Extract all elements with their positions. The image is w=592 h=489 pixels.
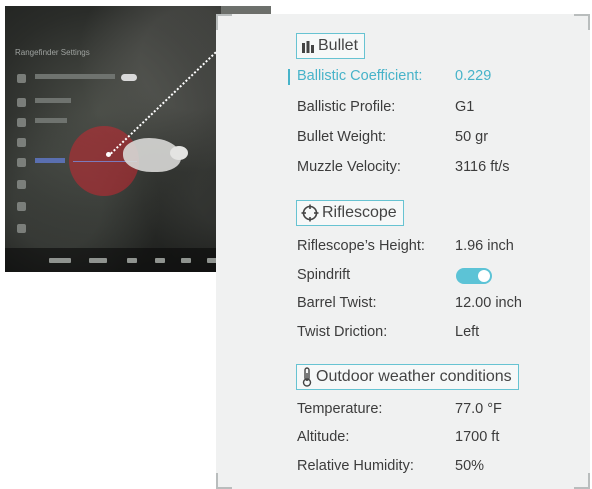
bullet-section-title: Bullet — [318, 37, 359, 54]
device-menu-title: Rangefinder Settings — [15, 48, 90, 57]
panel-corner — [216, 473, 232, 489]
relative-humidity-label: Relative Humidity: — [297, 458, 414, 474]
ballistic-profile-value[interactable]: G1 — [455, 99, 474, 115]
altitude-value[interactable]: 1700 ft — [455, 429, 499, 445]
device-status-icon — [155, 258, 165, 263]
muzzle-velocity-value[interactable]: 3116 ft/s — [455, 159, 510, 175]
bullet-weight-label: Bullet Weight: — [297, 129, 387, 145]
temperature-label: Temperature: — [297, 401, 383, 417]
ballistic-profile-label: Ballistic Profile: — [297, 99, 396, 115]
ballistic-coefficient-label[interactable]: Ballistic Coefficient: — [297, 68, 422, 84]
device-side-icon — [17, 118, 26, 127]
target-animal-head — [170, 146, 188, 160]
spindrift-label: Spindrift — [297, 267, 351, 283]
device-menu-row — [35, 74, 115, 79]
device-side-icon — [17, 158, 26, 167]
ballistic-coefficient-value[interactable]: 0.229 — [455, 68, 491, 84]
riflescope-height-value[interactable]: 1.96 inch — [455, 238, 514, 254]
selection-indicator — [288, 69, 290, 85]
device-status-icon — [89, 258, 107, 263]
device-menu-row — [35, 158, 65, 163]
barrel-twist-value[interactable]: 12.00 inch — [455, 295, 522, 311]
relative-humidity-value[interactable]: 50% — [455, 458, 484, 474]
altitude-label: Altitude: — [297, 429, 350, 445]
device-status-icon — [49, 258, 71, 263]
device-status-icon — [127, 258, 137, 263]
device-side-icon — [17, 224, 26, 233]
weather-section-header: Outdoor weather conditions — [296, 364, 519, 390]
device-side-icon — [17, 202, 26, 211]
bullet-icon — [302, 41, 314, 53]
bullet-section-header: Bullet — [296, 33, 366, 59]
device-side-icon — [17, 98, 26, 107]
riflescope-section-header: Riflescope — [296, 200, 404, 226]
muzzle-velocity-label: Muzzle Velocity: — [297, 159, 401, 175]
device-side-icon — [17, 180, 26, 189]
device-side-icon — [17, 74, 26, 83]
device-menu-row — [35, 98, 71, 103]
temperature-value[interactable]: 77.0 °F — [455, 401, 502, 417]
device-side-icon — [17, 138, 26, 147]
twist-direction-label: Twist Driction: — [297, 324, 388, 340]
bullet-weight-value[interactable]: 50 gr — [455, 129, 488, 145]
device-menu-row — [35, 118, 67, 123]
device-toggle — [121, 74, 137, 81]
panel-corner — [574, 473, 590, 489]
device-status-icon — [181, 258, 191, 263]
panel-corner — [216, 14, 232, 30]
ballistic-settings-panel: Bullet Ballistic Coefficient: 0.229 Ball… — [216, 14, 590, 489]
thermometer-icon — [302, 367, 312, 387]
twist-direction-value[interactable]: Left — [455, 324, 479, 340]
riflescope-height-label: Riflescope’s Height: — [297, 238, 425, 254]
spindrift-toggle[interactable] — [456, 268, 492, 284]
crosshair-icon — [301, 204, 319, 222]
weather-section-title: Outdoor weather conditions — [316, 368, 512, 385]
panel-corner — [574, 14, 590, 30]
riflescope-section-title: Riflescope — [322, 204, 397, 221]
barrel-twist-label: Barrel Twist: — [297, 295, 377, 311]
